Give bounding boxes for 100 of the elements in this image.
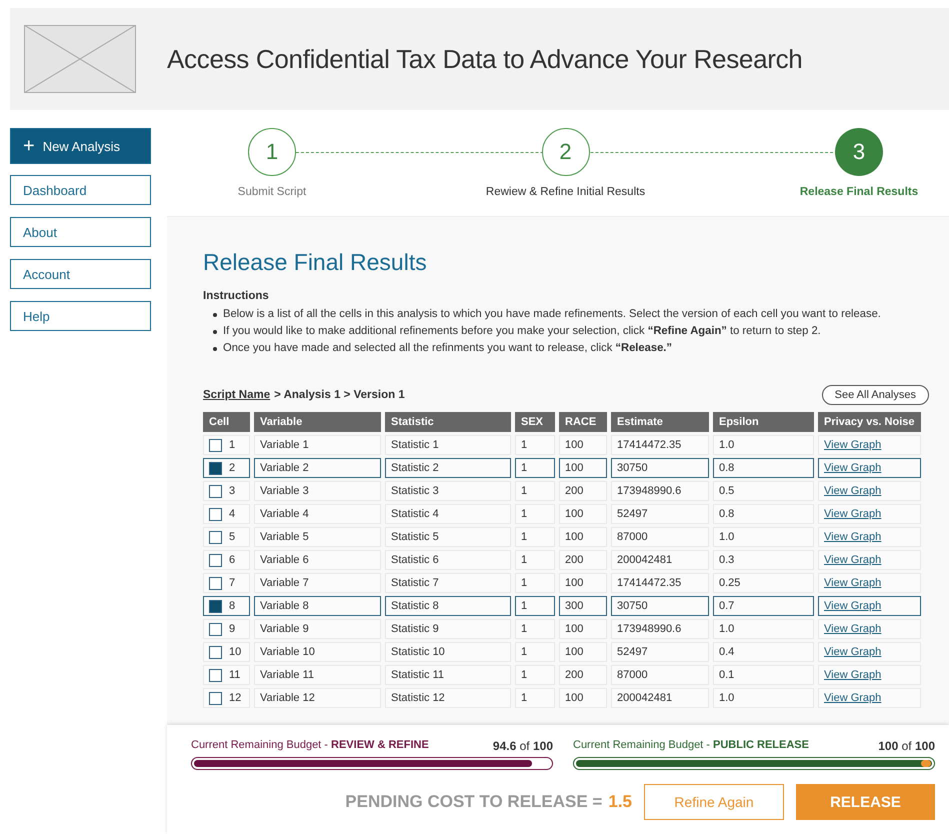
column-header: Statistic xyxy=(385,412,511,432)
table-cell: Statistic 6 xyxy=(385,550,511,570)
table-cell: 1 xyxy=(515,550,555,570)
table-cell: Statistic 5 xyxy=(385,527,511,547)
table-cell: 100 xyxy=(559,435,607,455)
table-cell: 1.0 xyxy=(713,435,814,455)
budget-label: Current Remaining Budget - REVIEW & REFINE xyxy=(191,739,429,753)
table-cell: 200 xyxy=(559,550,607,570)
table-cell: Statistic 11 xyxy=(385,665,511,685)
column-header: Variable xyxy=(254,412,381,432)
table-cell: 1 xyxy=(515,481,555,501)
checkbox[interactable] xyxy=(209,576,222,590)
see-all-analyses-button[interactable]: See All Analyses xyxy=(822,385,929,405)
table-cell: Statistic 12 xyxy=(385,688,511,708)
checkbox[interactable] xyxy=(209,484,222,498)
cell-number: 7 xyxy=(229,577,236,589)
sidebar-item[interactable]: About xyxy=(10,217,151,247)
table-cell: Statistic 3 xyxy=(385,481,511,501)
table-cell: 0.3 xyxy=(713,550,814,570)
step-number[interactable]: 3 xyxy=(835,128,883,176)
step-number[interactable]: 2 xyxy=(542,128,590,176)
cell-number: 10 xyxy=(229,646,242,658)
instruction-text: If you would like to make additional refinements before you make your selection, click “Refine Again” to return to step 2. xyxy=(223,324,821,339)
table-cell: 0.5 xyxy=(713,481,814,501)
table-cell: 173948990.6 xyxy=(611,481,709,501)
table-cell: 1 xyxy=(515,596,555,616)
sidebar-item[interactable]: Help xyxy=(10,301,151,331)
table-cell: 0.8 xyxy=(713,458,814,478)
table-cell: 0.4 xyxy=(713,642,814,662)
table-cell: 200042481 xyxy=(611,688,709,708)
checkbox[interactable] xyxy=(209,646,222,658)
column-header: Epsilon xyxy=(713,412,814,432)
table-cell: 0.25 xyxy=(713,573,814,593)
checkbox[interactable] xyxy=(209,530,222,544)
checkbox[interactable] xyxy=(209,438,222,452)
table-cell: Statistic 2 xyxy=(385,458,511,478)
breadcrumb-link[interactable]: Script Name xyxy=(203,389,270,401)
table-cell: 0.1 xyxy=(713,665,814,685)
table-cell: 100 xyxy=(559,458,607,478)
table-cell: 30750 xyxy=(611,458,709,478)
cell-number: 8 xyxy=(229,600,236,612)
table-cell: Statistic 4 xyxy=(385,504,511,524)
checkbox[interactable] xyxy=(209,668,222,682)
table-cell: 17414472.35 xyxy=(611,573,709,593)
table-cell: 87000 xyxy=(611,527,709,547)
cell-number: 3 xyxy=(229,485,236,497)
table-cell: 100 xyxy=(559,573,607,593)
instruction-text: Once you have made and selected all the refinments you want to release, click “Release.” xyxy=(223,341,672,356)
cell-number: 2 xyxy=(229,462,236,474)
step-label: Rewiew & Refine Initial Results xyxy=(486,186,646,198)
table-cell: 1 xyxy=(515,504,555,524)
table-cell: Statistic 1 xyxy=(385,435,511,455)
table-cell: 17414472.35 xyxy=(611,435,709,455)
table-cell: Variable 1 xyxy=(254,435,381,455)
table-cell: Statistic 10 xyxy=(385,642,511,662)
table-cell: 87000 xyxy=(611,665,709,685)
table-cell: 1.0 xyxy=(713,688,814,708)
table-cell: Variable 11 xyxy=(254,665,381,685)
checkbox[interactable] xyxy=(209,462,222,474)
table-cell: 52497 xyxy=(611,504,709,524)
instructions-title: Instructions xyxy=(203,290,270,302)
table-cell: 30750 xyxy=(611,596,709,616)
column-header: Privacy vs. Noise xyxy=(818,412,921,432)
table-cell: 173948990.6 xyxy=(611,619,709,639)
table-cell: 100 xyxy=(559,504,607,524)
table-cell: 1 xyxy=(515,458,555,478)
checkbox[interactable] xyxy=(209,600,222,612)
table-cell: Variable 12 xyxy=(254,688,381,708)
table-cell: 52497 xyxy=(611,642,709,662)
column-header: RACE xyxy=(559,412,607,432)
cell-number: 11 xyxy=(229,669,240,681)
table-cell: 100 xyxy=(559,642,607,662)
table-cell: 1 xyxy=(515,688,555,708)
column-header: Estimate xyxy=(611,412,709,432)
table-cell: 1 xyxy=(515,573,555,593)
table-cell: Variable 4 xyxy=(254,504,381,524)
table-cell: 100 xyxy=(559,619,607,639)
table-cell: 1.0 xyxy=(713,619,814,639)
table-cell: 1 xyxy=(515,435,555,455)
checkbox[interactable] xyxy=(209,692,222,704)
step-number[interactable]: 1 xyxy=(248,128,296,176)
cell-number: 5 xyxy=(229,531,236,543)
table-cell: Variable 7 xyxy=(254,573,381,593)
pending-cost-label: PENDING COST TO RELEASE = xyxy=(345,792,602,812)
table-cell: 1 xyxy=(515,642,555,662)
sidebar-item[interactable]: Account xyxy=(10,259,151,289)
table-cell: Statistic 7 xyxy=(385,573,511,593)
page-title: Access Confidential Tax Data to Advance Your Research xyxy=(167,44,802,74)
checkbox[interactable] xyxy=(209,622,222,636)
table-cell: 1 xyxy=(515,527,555,547)
column-header: SEX xyxy=(515,412,555,432)
table-cell: Variable 9 xyxy=(254,619,381,639)
checkbox[interactable] xyxy=(209,554,222,566)
table-cell: 100 xyxy=(559,688,607,708)
checkbox[interactable] xyxy=(209,508,222,520)
cell-number: 6 xyxy=(229,554,236,566)
pending-cost-value: 1.5 xyxy=(608,792,632,812)
sidebar-item[interactable]: Dashboard xyxy=(10,175,151,205)
table-cell: 200 xyxy=(559,665,607,685)
table-cell: Variable 10 xyxy=(254,642,381,662)
